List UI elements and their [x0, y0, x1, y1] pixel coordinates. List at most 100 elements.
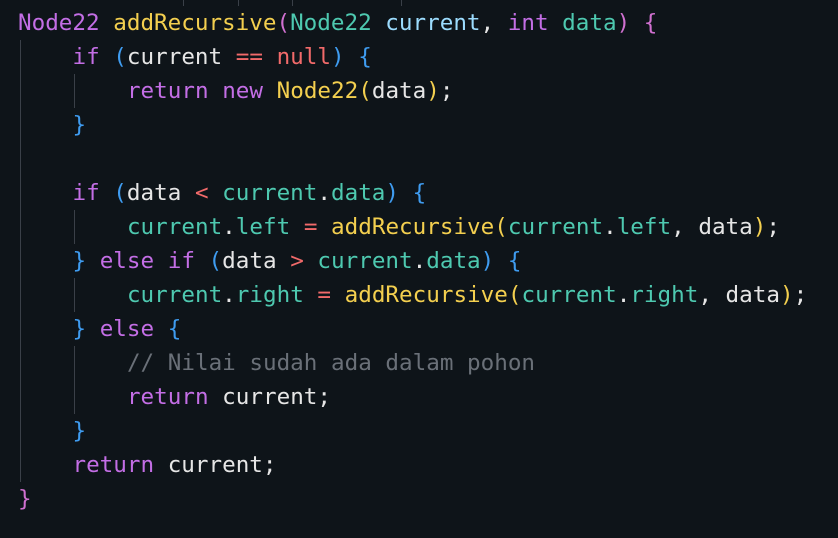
- code-line[interactable]: Node22 addRecursive(Node22 current, int …: [18, 6, 657, 40]
- code-token: ,: [480, 10, 508, 36]
- code-token: }: [72, 418, 87, 444]
- indent-guide-line: [20, 40, 21, 482]
- code-token: (: [507, 282, 522, 308]
- code-token: current;: [208, 384, 332, 410]
- code-token: current: [222, 180, 318, 206]
- code-line[interactable]: return current;: [127, 380, 331, 414]
- indent-guide-line: [74, 210, 76, 244]
- code-line[interactable]: if (data < current.data) {: [72, 176, 426, 210]
- code-token: ,: [698, 282, 726, 308]
- code-token: .: [222, 282, 236, 308]
- code-token: (: [113, 180, 127, 206]
- code-line[interactable]: }: [18, 482, 32, 516]
- code-token: {: [507, 248, 522, 274]
- code-line[interactable]: } else if (data > current.data) {: [72, 244, 521, 278]
- code-token: }: [72, 112, 87, 138]
- code-line[interactable]: return new Node22(data);: [127, 74, 454, 108]
- code-line[interactable]: }: [72, 414, 86, 448]
- code-token: Node22: [18, 10, 100, 36]
- code-token: left: [616, 214, 672, 240]
- code-token: current: [507, 214, 604, 240]
- code-token: return: [126, 384, 209, 410]
- code-line[interactable]: } else {: [72, 312, 181, 346]
- code-token: =: [303, 214, 318, 240]
- code-token: .: [222, 214, 236, 240]
- code-token: ): [385, 180, 400, 206]
- code-token: ;: [766, 214, 780, 240]
- code-token: current: [317, 248, 413, 274]
- code-token: current: [126, 44, 223, 70]
- code-token: data: [222, 248, 277, 274]
- indent-guide-line: [74, 74, 76, 108]
- code-token: .: [317, 180, 331, 206]
- code-line[interactable]: current.left = addRecursive(current.left…: [127, 210, 780, 244]
- code-token: }: [72, 248, 87, 274]
- code-token: current: [126, 282, 223, 308]
- code-token: new: [222, 78, 263, 104]
- code-token: (: [276, 10, 291, 36]
- code-token: current: [521, 282, 617, 308]
- code-token: data: [330, 180, 386, 206]
- code-token: {: [358, 44, 372, 70]
- code-token: else: [99, 248, 155, 274]
- code-token: }: [18, 486, 32, 512]
- code-token: (: [113, 44, 127, 70]
- code-token: addRecursive: [331, 214, 495, 240]
- indent-guide-line: [74, 278, 76, 312]
- code-token: right: [630, 282, 699, 308]
- code-editor[interactable]: Node22 addRecursive(Node22 current, int …: [18, 0, 838, 538]
- code-token: addRecursive: [113, 10, 277, 36]
- code-token: return: [126, 78, 209, 104]
- code-token: if: [167, 248, 195, 274]
- code-line[interactable]: return current;: [72, 448, 276, 482]
- code-token: ;: [793, 282, 808, 308]
- code-token: =: [317, 282, 332, 308]
- indent-guide-line: [74, 346, 76, 414]
- code-token: (: [494, 214, 508, 240]
- code-token: ;: [439, 78, 454, 104]
- code-token: return: [72, 452, 155, 478]
- code-token: if: [72, 180, 100, 206]
- code-token: ,: [671, 214, 699, 240]
- code-token: left: [235, 214, 291, 240]
- code-token: {: [412, 180, 427, 206]
- code-token: >: [290, 248, 304, 274]
- code-token: data: [548, 10, 617, 36]
- code-token: {: [643, 10, 658, 36]
- code-token: data: [126, 180, 182, 206]
- code-token: right: [235, 282, 304, 308]
- code-token: data: [371, 78, 427, 104]
- code-line[interactable]: if (current == null) {: [72, 40, 371, 74]
- code-token: ): [616, 10, 631, 36]
- code-token: if: [72, 44, 100, 70]
- code-line[interactable]: // Nilai sudah ada dalam pohon: [127, 346, 535, 380]
- code-line[interactable]: current.right = addRecursive(current.rig…: [127, 278, 807, 312]
- code-token: ==: [235, 44, 263, 70]
- code-token: ): [480, 248, 495, 274]
- code-token: int: [507, 10, 549, 36]
- code-token: null: [276, 44, 331, 70]
- code-token: current;: [154, 452, 277, 478]
- code-line[interactable]: }: [72, 108, 86, 142]
- code-token: {: [167, 316, 182, 342]
